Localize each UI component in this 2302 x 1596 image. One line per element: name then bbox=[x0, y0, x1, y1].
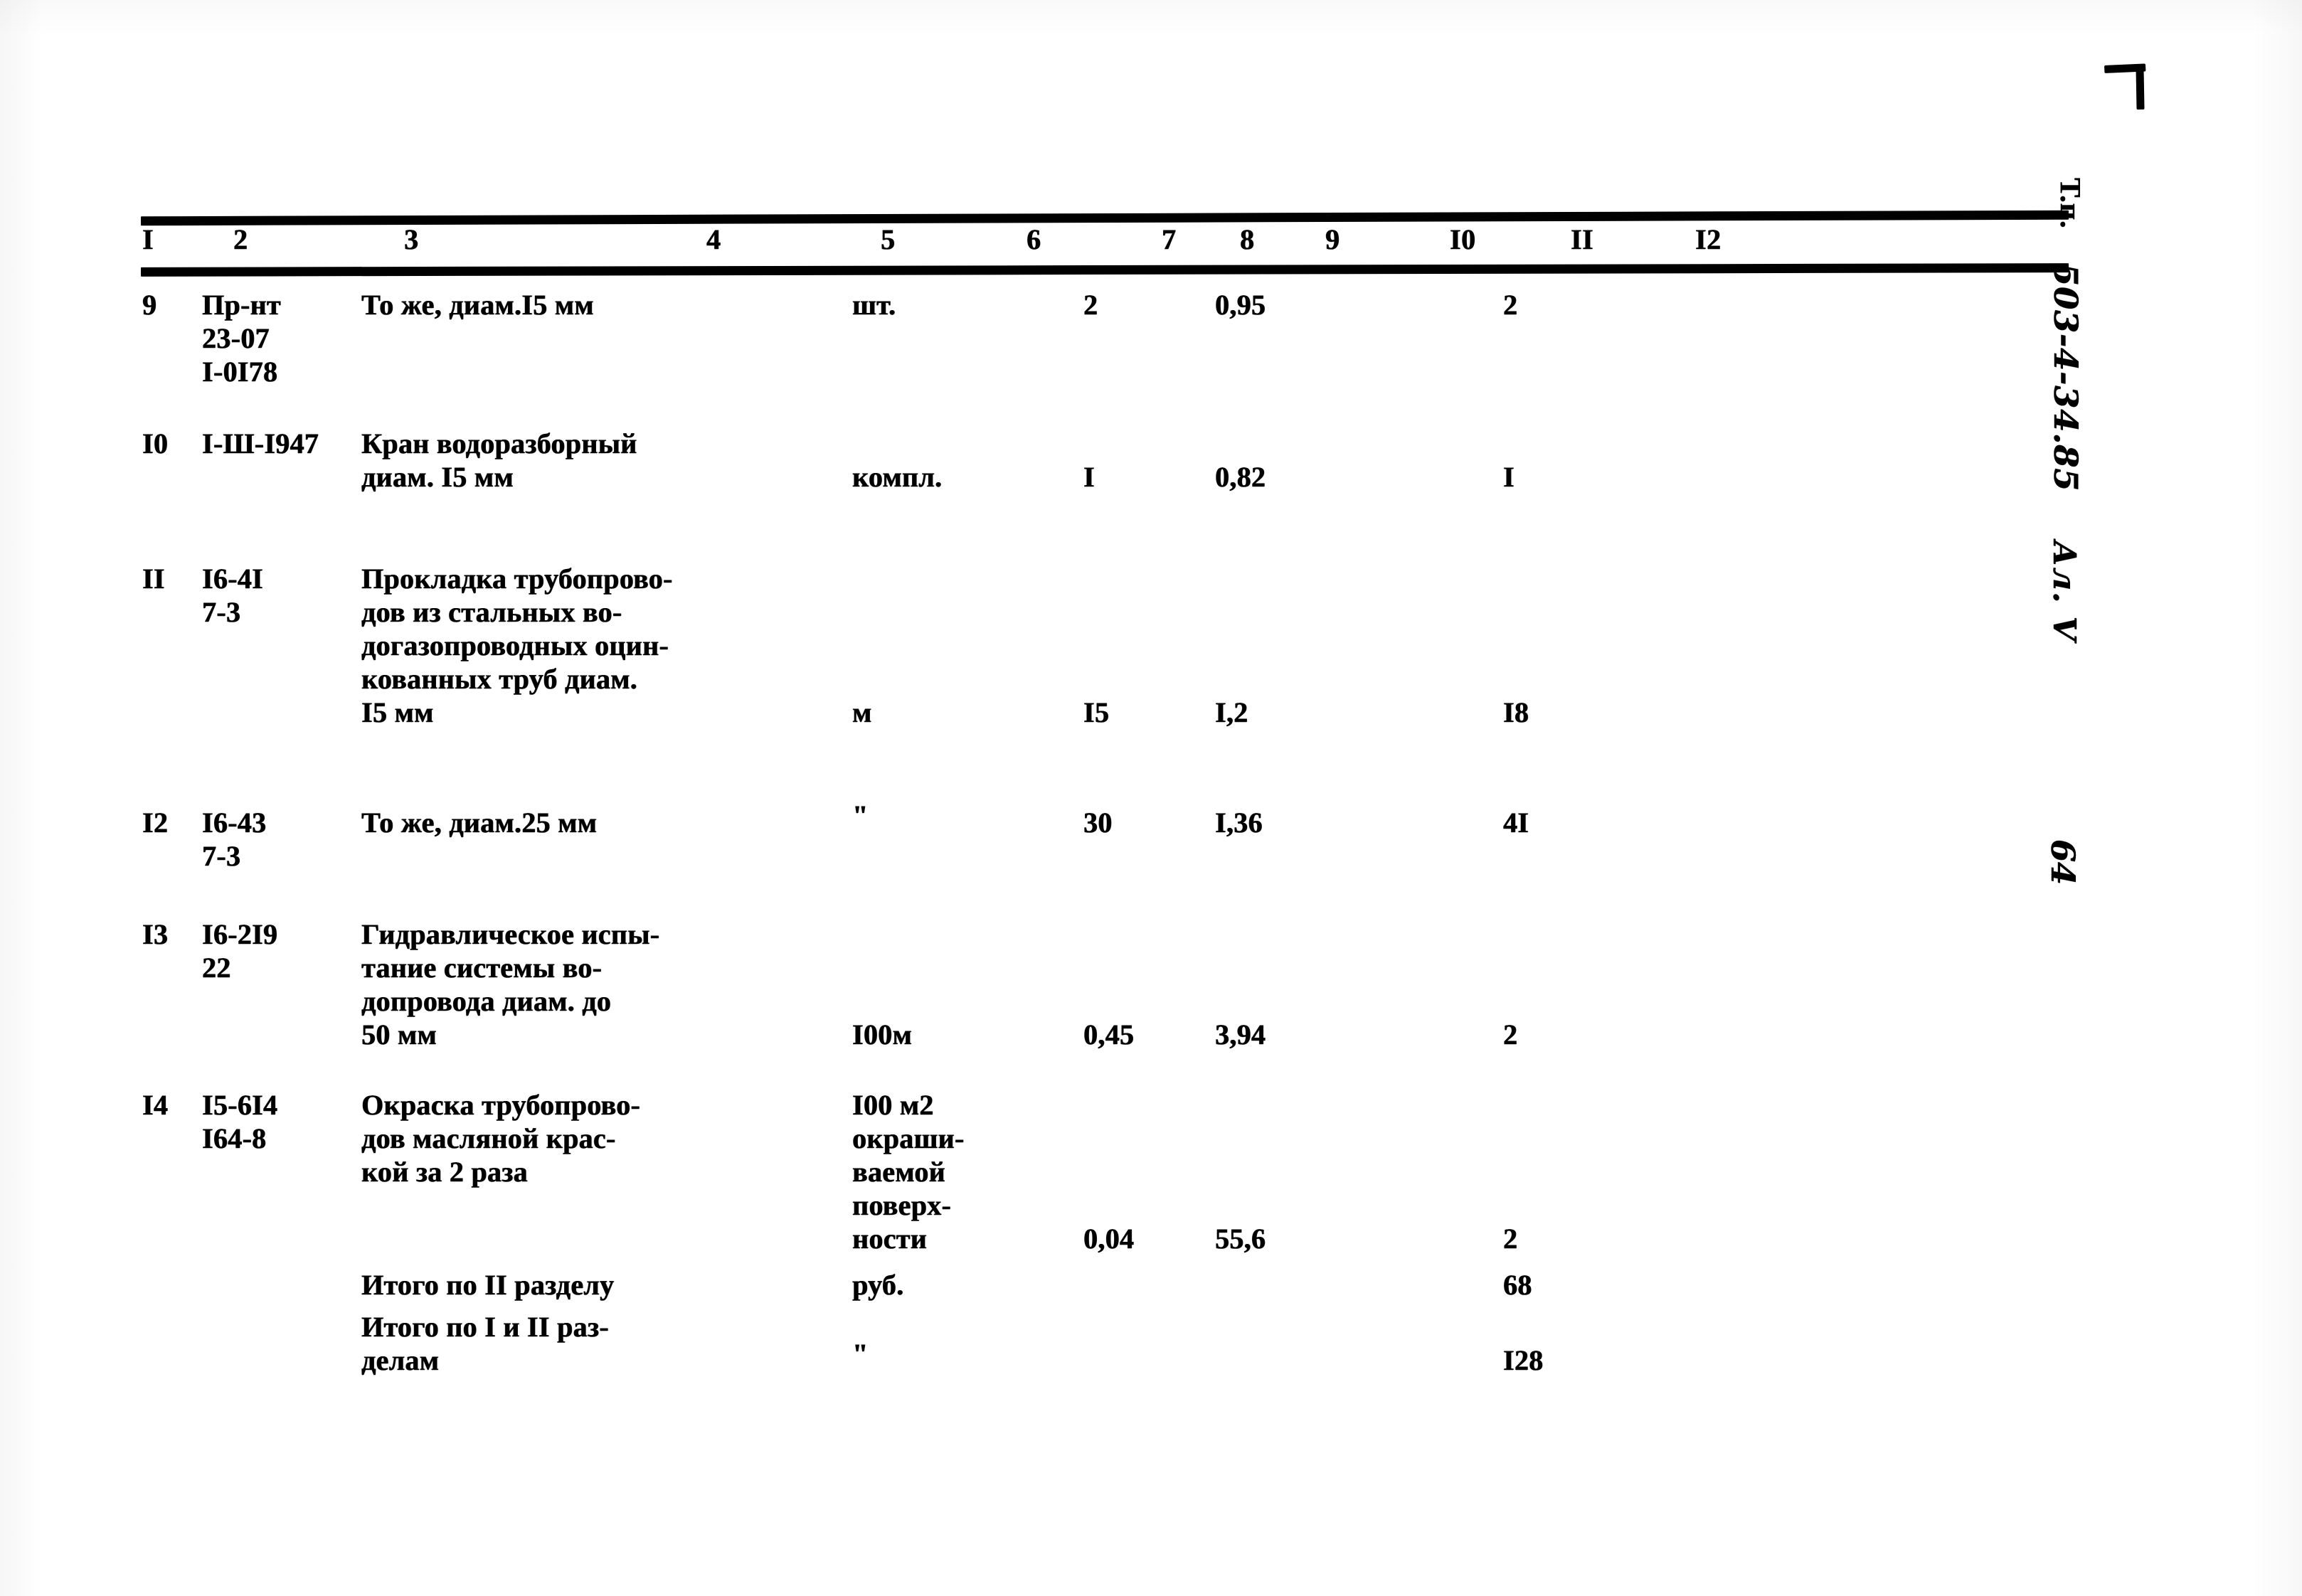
margin-series-label: Т.п. bbox=[2054, 178, 2087, 229]
column-header-11: II bbox=[1571, 223, 1594, 255]
row-code: I6-4I 7-3 bbox=[202, 563, 263, 628]
row-quantity: I5 bbox=[1083, 696, 1110, 728]
row-unit-price: I,2 bbox=[1215, 696, 1248, 728]
row-quantity: 0,04 bbox=[1083, 1223, 1135, 1255]
margin-project-code: 503-4-34.85 bbox=[2047, 263, 2085, 492]
row-quantity: I bbox=[1083, 461, 1095, 493]
column-header-5: 5 bbox=[881, 223, 896, 255]
summary-unit-ditto: " bbox=[852, 1338, 869, 1370]
row-unit-price: 0,82 bbox=[1215, 461, 1266, 493]
right-margin-imprint: Т.п. 503-4-34.85 Ал. V 64 bbox=[2044, 50, 2244, 1010]
column-header-9: 9 bbox=[1325, 223, 1340, 255]
page-sheet: I 2 3 4 5 6 7 8 9 I0 II I2 9 Пр-нт 23-07… bbox=[0, 0, 2302, 1596]
row-number: I2 bbox=[142, 807, 169, 839]
row-description: Окраска трубопрово- дов масляной крас- к… bbox=[361, 1089, 641, 1188]
row-number: I3 bbox=[142, 918, 169, 950]
row-code: Пр-нт 23-07 I-0I78 bbox=[202, 289, 281, 388]
row-unit-price: 3,94 bbox=[1215, 1018, 1266, 1050]
row-total: 2 bbox=[1503, 1018, 1518, 1050]
row-unit: I00м bbox=[852, 1018, 913, 1050]
row-code: I-Ш-I947 bbox=[202, 427, 319, 459]
row-number: I0 bbox=[142, 427, 169, 459]
row-unit-price: 0,95 bbox=[1215, 289, 1266, 321]
row-description: То же, диам.I5 мм bbox=[361, 289, 594, 321]
table-body: 9 Пр-нт 23-07 I-0I78 То же, диам.I5 мм ш… bbox=[141, 288, 2104, 1462]
row-total: I bbox=[1503, 461, 1515, 493]
column-header-1: I bbox=[142, 223, 154, 255]
row-quantity: 2 bbox=[1083, 289, 1098, 321]
summary-description: Итого по II разделу bbox=[361, 1269, 615, 1301]
row-total: 2 bbox=[1503, 289, 1518, 321]
column-header-12: I2 bbox=[1695, 223, 1722, 255]
row-total: 4I bbox=[1503, 807, 1529, 839]
row-unit-ditto: " bbox=[852, 799, 869, 831]
row-number: II bbox=[142, 563, 165, 595]
row-quantity: 0,45 bbox=[1083, 1018, 1135, 1050]
row-description: То же, диам.25 мм bbox=[361, 807, 598, 839]
row-description: Кран водоразборный диам. I5 мм bbox=[361, 427, 637, 493]
row-number: 9 bbox=[142, 289, 157, 321]
row-unit: I00 м2 окраши- ваемой поверх- ности bbox=[852, 1089, 965, 1255]
row-number: I4 bbox=[142, 1089, 169, 1121]
row-description: Гидравлическое испы- тание системы во- д… bbox=[361, 918, 660, 1050]
margin-album-label: Ал. V bbox=[2046, 541, 2082, 642]
column-header-2: 2 bbox=[233, 223, 248, 255]
row-quantity: 30 bbox=[1083, 807, 1113, 839]
row-unit-price: 55,6 bbox=[1215, 1223, 1266, 1255]
row-unit: шт. bbox=[852, 289, 896, 321]
column-header-6: 6 bbox=[1027, 223, 1041, 255]
column-header-8: 8 bbox=[1240, 223, 1255, 255]
column-header-10: I0 bbox=[1450, 223, 1476, 255]
table-header-band: I 2 3 4 5 6 7 8 9 I0 II I2 bbox=[140, 210, 2069, 277]
summary-description: Итого по I и II раз- делам bbox=[361, 1311, 609, 1376]
row-description: Прокладка трубопрово- дов из стальных во… bbox=[361, 563, 673, 728]
row-code: I6-2I9 22 bbox=[202, 918, 278, 984]
row-total: I8 bbox=[1503, 696, 1529, 728]
row-code: I5-6I4 I64-8 bbox=[202, 1089, 278, 1154]
row-unit: м bbox=[852, 696, 872, 728]
column-header-3: 3 bbox=[404, 223, 419, 255]
summary-total: I28 bbox=[1503, 1344, 1544, 1376]
summary-unit: руб. bbox=[852, 1269, 904, 1301]
row-code: I6-43 7-3 bbox=[202, 807, 267, 872]
column-header-4: 4 bbox=[706, 223, 721, 255]
column-header-7: 7 bbox=[1162, 223, 1177, 255]
margin-page-number: 64 bbox=[2044, 839, 2082, 885]
column-header-row: I 2 3 4 5 6 7 8 9 I0 II I2 bbox=[141, 223, 2069, 265]
row-unit: компл. bbox=[852, 461, 943, 493]
summary-total: 68 bbox=[1503, 1269, 1532, 1301]
row-total: 2 bbox=[1503, 1223, 1518, 1255]
row-unit-price: I,36 bbox=[1215, 807, 1263, 839]
